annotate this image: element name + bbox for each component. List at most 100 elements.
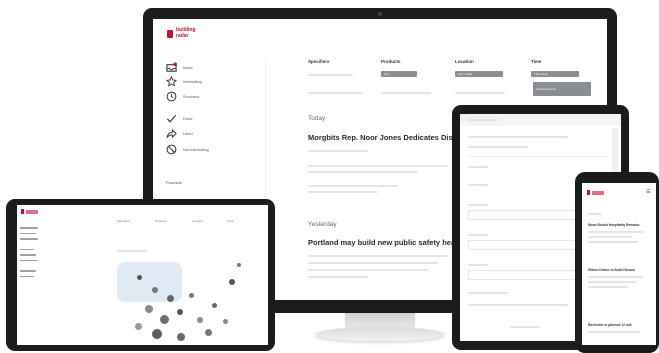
summary-line bbox=[308, 165, 448, 167]
map-marker[interactable] bbox=[212, 303, 217, 308]
phone-logo[interactable] bbox=[587, 190, 604, 195]
section-day-yesterday: Yesterday bbox=[308, 221, 337, 228]
tablet-line bbox=[468, 204, 488, 206]
map-marker[interactable] bbox=[237, 263, 241, 267]
map-marker[interactable] bbox=[223, 319, 228, 324]
specifiers-input[interactable] bbox=[308, 74, 353, 76]
map-marker[interactable] bbox=[152, 287, 158, 293]
map-marker[interactable] bbox=[197, 317, 203, 323]
meta-line bbox=[308, 150, 368, 152]
filter-heading-products: Products bbox=[381, 59, 401, 64]
nav-not-interesting[interactable]: Not interesting bbox=[166, 143, 209, 155]
nav-done[interactable]: Done bbox=[166, 112, 193, 124]
map-marker[interactable] bbox=[167, 295, 174, 302]
menu-icon[interactable]: ☰ bbox=[646, 189, 650, 195]
nav-label: Interesting bbox=[183, 78, 202, 84]
filter-heading-time: Time bbox=[531, 59, 542, 64]
time-chip[interactable]: This week bbox=[531, 71, 579, 77]
phone-line bbox=[588, 276, 643, 278]
nav-inbox[interactable]: Inbox bbox=[166, 61, 193, 73]
nav-label: Liked bbox=[183, 130, 193, 136]
tablet-line bbox=[468, 166, 488, 168]
map-marker[interactable] bbox=[177, 333, 185, 341]
logo-text-mark bbox=[592, 190, 604, 195]
ipad-logo[interactable] bbox=[21, 209, 38, 214]
section-day-today: Today bbox=[308, 115, 326, 122]
phone-line bbox=[588, 231, 643, 233]
map-marker[interactable] bbox=[189, 293, 194, 298]
block-icon bbox=[166, 144, 177, 154]
phone-headline[interactable]: Wilson Downs to Build Houses bbox=[588, 268, 635, 272]
summary-line bbox=[308, 191, 378, 193]
map-marker[interactable] bbox=[145, 305, 153, 313]
phone-line bbox=[588, 213, 602, 215]
share-icon bbox=[166, 128, 177, 138]
tablet-line bbox=[468, 264, 488, 266]
tablet-input[interactable] bbox=[468, 270, 590, 280]
tablet-input[interactable] bbox=[468, 240, 590, 250]
tablet-divider bbox=[468, 156, 608, 157]
logo-mark-icon bbox=[587, 190, 590, 195]
nav-label: Inbox bbox=[183, 64, 193, 70]
products-chip[interactable]: Any bbox=[381, 71, 417, 77]
check-icon bbox=[166, 114, 177, 123]
phone-line bbox=[588, 241, 638, 243]
headline-today[interactable]: Morgbits Rep. Noor Jones Dedicates Distr… bbox=[308, 133, 467, 142]
nav-products[interactable]: Products bbox=[166, 171, 182, 189]
nav-footer-label: Products bbox=[166, 180, 182, 185]
nav-liked[interactable]: Liked bbox=[166, 127, 193, 139]
brand-logo[interactable]: building radar bbox=[167, 27, 195, 39]
phone-line bbox=[588, 286, 628, 288]
logo-text-mark bbox=[26, 209, 38, 214]
filter-placeholder-line bbox=[455, 92, 505, 94]
ipad-screen: Specifiers Products Location Time bbox=[17, 205, 268, 345]
filter-placeholder-line bbox=[308, 92, 363, 94]
tablet-line bbox=[510, 326, 540, 328]
sidebar-divider bbox=[265, 59, 266, 219]
phone-line bbox=[588, 281, 636, 283]
map-marker[interactable] bbox=[229, 279, 235, 285]
location-chip[interactable]: All in State bbox=[455, 71, 503, 77]
ipad-line bbox=[117, 250, 147, 252]
nav-snoozed[interactable]: Snoozed bbox=[166, 90, 199, 102]
map-marker[interactable] bbox=[177, 309, 183, 315]
tablet-line bbox=[468, 304, 568, 306]
map-marker[interactable] bbox=[152, 329, 162, 339]
map-marker[interactable] bbox=[137, 275, 142, 280]
nav-interesting[interactable]: Interesting bbox=[166, 75, 202, 87]
snoozed-chip[interactable]: Snoozed items bbox=[533, 82, 591, 96]
tablet-title-line bbox=[468, 119, 498, 121]
summary-line bbox=[308, 185, 398, 187]
tablet-input[interactable] bbox=[468, 210, 590, 220]
monitor-stand-base bbox=[315, 327, 445, 341]
phone-headline[interactable]: Rochester in planned 12 unit bbox=[588, 323, 632, 327]
map-marker[interactable] bbox=[205, 329, 212, 336]
map-marker[interactable] bbox=[160, 315, 169, 324]
map-marker[interactable] bbox=[135, 323, 142, 330]
ipad-col-time: Time bbox=[227, 219, 234, 223]
nav-label: Done bbox=[183, 115, 193, 121]
phone-screen: ☰ Moon Rocket Hospitality Remains Wilson… bbox=[582, 183, 656, 345]
tablet-line bbox=[468, 292, 508, 294]
summary-line bbox=[308, 276, 368, 278]
inbox-icon bbox=[166, 61, 177, 72]
chip-label: Any bbox=[384, 72, 390, 76]
summary-line bbox=[308, 255, 448, 257]
tablet-line bbox=[468, 136, 568, 138]
chip-label: All in State bbox=[458, 72, 473, 76]
logo-mark-icon bbox=[167, 29, 173, 38]
camera-dot bbox=[378, 12, 382, 16]
filter-heading-specifiers: Specifiers bbox=[308, 59, 330, 64]
tablet-line bbox=[468, 234, 488, 236]
phone-headline[interactable]: Moon Rocket Hospitality Remains bbox=[588, 223, 639, 227]
ipad-sidebar bbox=[20, 223, 50, 281]
clock-icon bbox=[166, 91, 177, 101]
nav-label: Snoozed bbox=[183, 93, 199, 99]
filter-placeholder-line bbox=[381, 92, 431, 94]
tablet-line bbox=[468, 146, 528, 148]
summary-line bbox=[308, 171, 418, 173]
phone-line bbox=[588, 331, 640, 333]
chip-label: This week bbox=[534, 72, 548, 76]
ipad-col-location: Location bbox=[192, 219, 204, 223]
tablet-line bbox=[468, 184, 488, 186]
